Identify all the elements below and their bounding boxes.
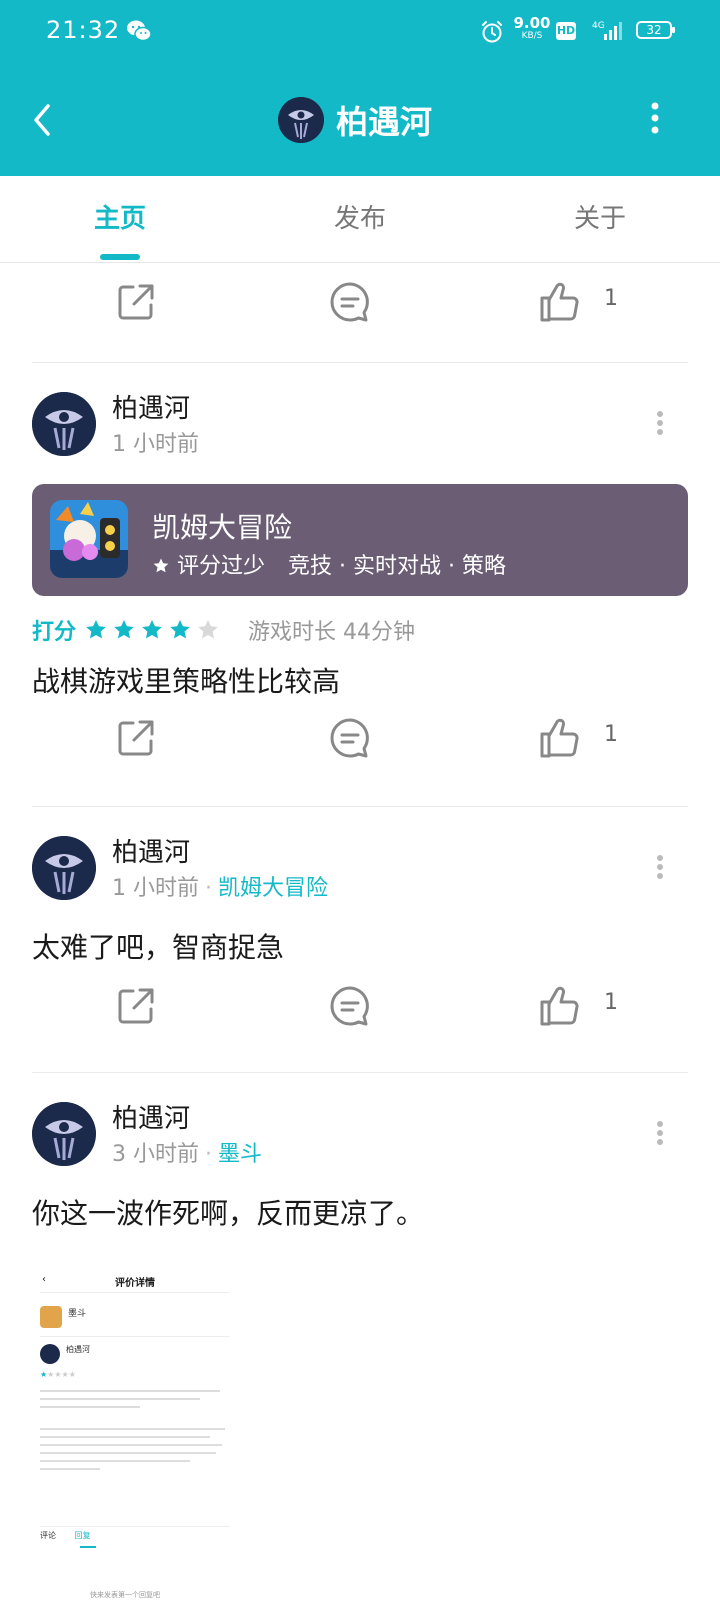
mini-user: 柏遇河 bbox=[66, 1345, 90, 1354]
post-game-link[interactable]: 墨斗 bbox=[218, 1142, 262, 1167]
post-header: 柏遇河 3 小时前 · 墨斗 bbox=[32, 1102, 688, 1168]
net-speed: 9.00 KB/S bbox=[513, 14, 551, 41]
post-game-link[interactable]: 凯姆大冒险 bbox=[218, 876, 328, 901]
divider bbox=[32, 806, 688, 807]
divider bbox=[32, 1072, 688, 1073]
game-tags: 评分过少 竞技 · 实时对战 · 策略 bbox=[152, 548, 506, 580]
avatar[interactable] bbox=[32, 836, 96, 900]
thumbs-up-icon[interactable] bbox=[538, 716, 582, 760]
mini-status-bar bbox=[42, 1250, 228, 1258]
post-content: 你这一波作死啊，反而更凉了。 bbox=[32, 1197, 425, 1230]
more-icon[interactable] bbox=[656, 410, 664, 436]
star-icon bbox=[86, 620, 106, 639]
alarm-icon bbox=[482, 21, 502, 43]
rating-stars bbox=[84, 618, 224, 642]
divider bbox=[40, 1292, 230, 1293]
signal-icon: 4G bbox=[592, 21, 622, 40]
post-time: 3 小时前 bbox=[112, 1142, 199, 1167]
play-time: 游戏时长 44分钟 bbox=[248, 620, 416, 645]
comment-icon[interactable] bbox=[328, 280, 372, 324]
wechat-icon bbox=[127, 20, 152, 42]
tab-home[interactable]: 主页 bbox=[60, 198, 180, 235]
star-icon bbox=[153, 558, 169, 573]
more-icon[interactable] bbox=[648, 100, 662, 136]
thumbs-up-icon[interactable] bbox=[538, 280, 582, 324]
like-count: 1 bbox=[604, 722, 618, 747]
mini-review-text bbox=[40, 1384, 230, 1476]
rating-label: 打分 bbox=[32, 620, 77, 645]
tab-indicator bbox=[100, 254, 140, 260]
avatar bbox=[278, 97, 324, 143]
star-icon bbox=[142, 620, 162, 639]
comment-icon[interactable] bbox=[328, 716, 372, 760]
tab-indicator bbox=[80, 1546, 96, 1548]
game-icon bbox=[40, 1306, 62, 1328]
thumbs-up-icon[interactable] bbox=[538, 984, 582, 1028]
share-icon[interactable] bbox=[114, 984, 158, 1028]
post-header: 柏遇河 1 小时前 · 凯姆大冒险 bbox=[32, 836, 688, 902]
profile-title: 柏遇河 bbox=[278, 96, 432, 144]
post-actions: 1 bbox=[0, 280, 720, 328]
post-meta: 3 小时前 · 墨斗 bbox=[112, 1142, 263, 1167]
mini-hint: 快来发表第一个回复吧 bbox=[90, 1591, 160, 1599]
post-time: 1 小时前 bbox=[112, 432, 199, 457]
share-icon[interactable] bbox=[114, 280, 158, 324]
battery-indicator: 32 bbox=[636, 21, 675, 39]
page-title: 柏遇河 bbox=[336, 103, 433, 141]
divider bbox=[32, 362, 688, 363]
username[interactable]: 柏遇河 bbox=[112, 832, 190, 869]
star-icon bbox=[114, 620, 134, 639]
username[interactable]: 柏遇河 bbox=[112, 1098, 190, 1135]
post-meta: 1 小时前 · 凯姆大冒险 bbox=[112, 876, 329, 901]
avatar[interactable] bbox=[32, 392, 96, 456]
tab-publish[interactable]: 发布 bbox=[300, 198, 420, 235]
mini-title: 评价详情 bbox=[115, 1278, 155, 1289]
post-time: 1 小时前 bbox=[112, 876, 199, 901]
post-header: 柏遇河 1 小时前 bbox=[32, 392, 688, 458]
star-icon bbox=[198, 620, 218, 639]
mini-game-name: 墨斗 bbox=[68, 1309, 87, 1319]
mini-tabs: 评论 回复 bbox=[40, 1531, 91, 1540]
star-icon bbox=[170, 620, 190, 639]
status-time: 21:32 bbox=[46, 16, 121, 44]
comment-icon[interactable] bbox=[328, 984, 372, 1028]
post-image[interactable]: ‹ 评价详情 墨斗 柏遇河 ★★★★★ 评论 回复 快来发表第一个回复吧 bbox=[32, 1244, 238, 1600]
username[interactable]: 柏遇河 bbox=[112, 388, 190, 425]
like-count: 1 bbox=[604, 990, 618, 1015]
app-header: 21:32 9.00 KB/S HD 4G 32 柏遇河 bbox=[0, 0, 720, 176]
divider bbox=[40, 1526, 230, 1527]
rating-row: 打分 游戏时长 44分钟 bbox=[32, 614, 415, 646]
game-icon bbox=[50, 500, 128, 578]
back-arrow-icon[interactable] bbox=[28, 100, 58, 140]
like-count: 1 bbox=[604, 286, 618, 311]
divider bbox=[40, 1336, 230, 1337]
mini-stars: ★★★★★ bbox=[40, 1370, 76, 1379]
post-content: 太难了吧，智商捉急 bbox=[32, 931, 285, 964]
more-icon[interactable] bbox=[656, 854, 664, 880]
avatar[interactable] bbox=[32, 1102, 96, 1166]
svg-text:4G: 4G bbox=[592, 21, 605, 31]
tab-bar: 主页 发布 关于 bbox=[0, 176, 720, 263]
game-card[interactable]: 凯姆大冒险 评分过少 竞技 · 实时对战 · 策略 bbox=[32, 484, 688, 596]
post-content: 战棋游戏里策略性比较高 bbox=[32, 665, 341, 698]
avatar bbox=[40, 1344, 60, 1364]
share-icon[interactable] bbox=[114, 716, 158, 760]
post-actions: 1 bbox=[0, 716, 720, 764]
status-bar: 21:32 9.00 KB/S HD 4G 32 bbox=[0, 0, 720, 66]
post-actions: 1 bbox=[0, 984, 720, 1032]
hd-badge: HD bbox=[556, 22, 576, 40]
tab-about[interactable]: 关于 bbox=[540, 198, 660, 235]
game-name: 凯姆大冒险 bbox=[152, 511, 293, 544]
more-icon[interactable] bbox=[656, 1120, 664, 1146]
